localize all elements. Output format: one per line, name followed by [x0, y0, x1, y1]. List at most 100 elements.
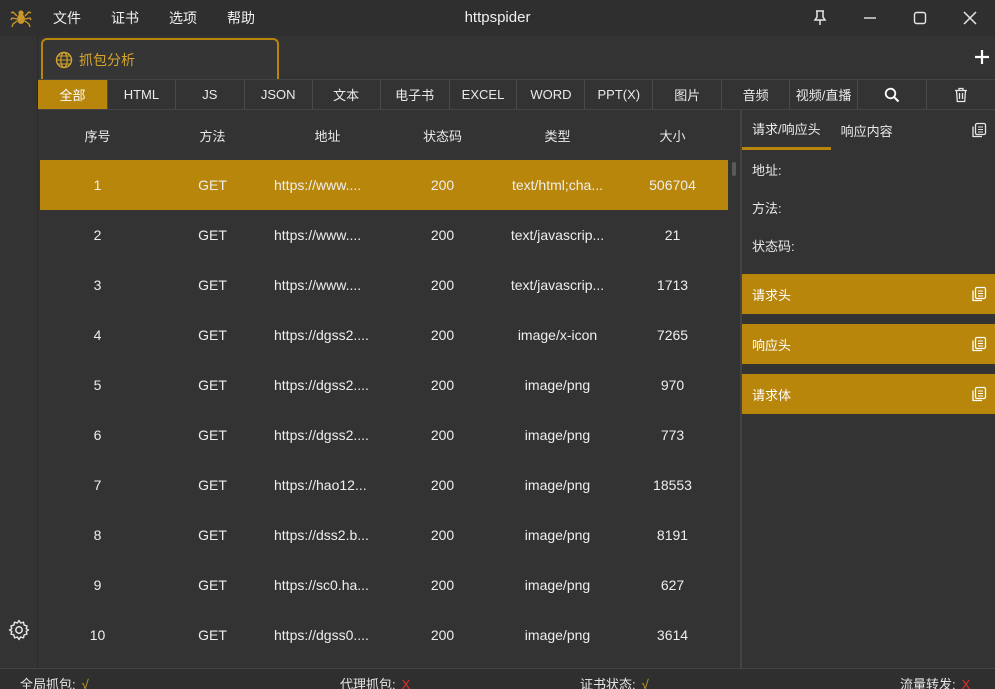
- cell-size: 1713: [656, 277, 689, 293]
- table-row[interactable]: 3 GET https://www.... 200 text/javascrip... 1…: [40, 260, 740, 310]
- menu-help[interactable]: 帮助: [227, 8, 255, 28]
- menu-options[interactable]: 选项: [169, 8, 197, 28]
- table-row[interactable]: 10 GET https://dgss0.... 200 image/png 3614: [40, 610, 740, 660]
- cell-size: 8191: [656, 527, 689, 543]
- filter-tab-word[interactable]: WORD: [517, 80, 586, 109]
- session-tab-capture[interactable]: 抓包分析: [41, 38, 279, 79]
- filter-tab-ppt[interactable]: PPT(X): [585, 80, 654, 109]
- status-global-capture-value: √: [81, 677, 89, 689]
- filter-tab-json[interactable]: JSON: [245, 80, 313, 109]
- section-request-headers[interactable]: 请求头: [742, 274, 995, 314]
- menu-certificate[interactable]: 证书: [111, 8, 139, 28]
- copy-icon[interactable]: [971, 336, 987, 352]
- cell-url: https://dgss2....: [274, 427, 369, 443]
- cell-type: text/javascrip...: [510, 227, 605, 243]
- minimize-icon: [864, 17, 876, 19]
- status-bar: 全局抓包: √ 代理抓包: X 证书状态: √ 流量转发: X: [0, 668, 995, 689]
- tab-headers[interactable]: 请求/响应头: [742, 110, 831, 150]
- filter-tab-excel[interactable]: EXCEL: [450, 80, 518, 109]
- filter-tab-all[interactable]: 全部: [38, 80, 108, 109]
- header-index[interactable]: 序号: [40, 126, 155, 145]
- menu-file[interactable]: 文件: [53, 8, 81, 28]
- filter-tab-audio[interactable]: 音频: [722, 80, 791, 109]
- header-size[interactable]: 大小: [615, 126, 730, 145]
- cell-url: https://www....: [274, 277, 362, 293]
- cell-url: https://dss2.b...: [274, 527, 369, 543]
- table-row[interactable]: 9 GET https://sc0.ha... 200 image/png 627: [40, 560, 740, 610]
- header-status[interactable]: 状态码: [385, 126, 500, 145]
- table-scroll-thumb[interactable]: [732, 162, 736, 176]
- section-request-body[interactable]: 请求体: [742, 374, 995, 414]
- cell-method: GET: [198, 177, 227, 193]
- filter-tab-ebook[interactable]: 电子书: [381, 80, 450, 109]
- table-row[interactable]: 1 GET https://www.... 200 text/html;cha... 50…: [40, 160, 740, 210]
- status-cert: 证书状态: √: [580, 674, 649, 689]
- status-traffic-forward-value: X: [961, 677, 971, 689]
- cell-type: image/png: [524, 377, 591, 393]
- cell-size: 627: [660, 577, 685, 593]
- search-button[interactable]: [858, 80, 927, 109]
- cell-status: 200: [430, 177, 455, 193]
- filter-tab-html[interactable]: HTML: [108, 80, 176, 109]
- cell-size: 970: [660, 377, 685, 393]
- cell-type: image/x-icon: [517, 327, 598, 343]
- clear-button[interactable]: [927, 80, 995, 109]
- minimize-button[interactable]: [845, 0, 895, 36]
- filter-tab-js[interactable]: JS: [176, 80, 245, 109]
- close-button[interactable]: [945, 0, 995, 36]
- cell-type: image/png: [524, 477, 591, 493]
- section-response-headers[interactable]: 响应头: [742, 324, 995, 364]
- table-scrollbar[interactable]: [728, 160, 740, 668]
- request-table: 序号 方法 地址 状态码 类型 大小 1 GET https://www.... 20…: [40, 110, 740, 668]
- cell-type: image/png: [524, 527, 591, 543]
- cell-index: 5: [93, 377, 102, 393]
- session-tab-strip: 抓包分析: [38, 36, 995, 80]
- header-url[interactable]: 地址: [270, 126, 385, 145]
- add-tab-button[interactable]: [971, 46, 993, 68]
- cell-size: 7265: [656, 327, 689, 343]
- cell-url: https://dgss0....: [274, 627, 369, 643]
- cell-index: 7: [93, 477, 102, 493]
- maximize-button[interactable]: [895, 0, 945, 36]
- copy-icon[interactable]: [971, 386, 987, 402]
- status-traffic-forward: 流量转发: X: [900, 674, 970, 689]
- title-bar: 文件 证书 选项 帮助 httpspider: [0, 0, 995, 36]
- cell-method: GET: [198, 327, 227, 343]
- cell-status: 200: [430, 227, 455, 243]
- table-header: 序号 方法 地址 状态码 类型 大小: [40, 110, 740, 160]
- filter-tab-image[interactable]: 图片: [653, 80, 723, 109]
- status-cert-value: √: [641, 677, 649, 689]
- header-type[interactable]: 类型: [500, 126, 615, 145]
- header-method[interactable]: 方法: [155, 126, 270, 145]
- copy-icon[interactable]: [971, 286, 987, 302]
- tab-response-content[interactable]: 响应内容: [831, 110, 903, 150]
- table-row[interactable]: 5 GET https://dgss2.... 200 image/png 970: [40, 360, 740, 410]
- status-traffic-forward-label: 流量转发:: [900, 677, 956, 689]
- filter-bar: 全部 HTML JS JSON 文本 电子书 EXCEL WORD PPT(X)…: [38, 80, 995, 110]
- left-rail: [0, 36, 38, 668]
- copy-icon[interactable]: [971, 122, 987, 138]
- cell-index: 2: [93, 227, 102, 243]
- pin-button[interactable]: [795, 0, 845, 36]
- cell-url: https://www....: [274, 227, 362, 243]
- menu-bar: 文件 证书 选项 帮助: [53, 8, 285, 28]
- status-global-capture-label: 全局抓包:: [20, 677, 76, 689]
- table-row[interactable]: 6 GET https://dgss2.... 200 image/png 773: [40, 410, 740, 460]
- cell-size: 18553: [653, 477, 692, 493]
- section-request-headers-label: 请求头: [752, 287, 792, 303]
- cell-method: GET: [198, 277, 227, 293]
- settings-button[interactable]: [7, 618, 31, 642]
- cell-url: https://dgss2....: [274, 327, 369, 343]
- cell-status: 200: [430, 477, 455, 493]
- detail-panel: 请求/响应头 响应内容 地址: 方法: 状态码: 请求头 响应头 请求体: [742, 110, 995, 668]
- table-row[interactable]: 8 GET https://dss2.b... 200 image/png 8191: [40, 510, 740, 560]
- filter-tab-video[interactable]: 视频/直播: [790, 80, 859, 109]
- cell-url: https://dgss2....: [274, 377, 369, 393]
- maximize-icon: [913, 11, 927, 25]
- filter-tab-text[interactable]: 文本: [313, 80, 381, 109]
- cell-url: https://www....: [274, 177, 362, 193]
- table-row[interactable]: 4 GET https://dgss2.... 200 image/x-icon 7265: [40, 310, 740, 360]
- cell-url: https://sc0.ha...: [274, 577, 369, 593]
- table-row[interactable]: 7 GET https://hao12... 200 image/png 18553: [40, 460, 740, 510]
- table-row[interactable]: 2 GET https://www.... 200 text/javascrip... 2…: [40, 210, 740, 260]
